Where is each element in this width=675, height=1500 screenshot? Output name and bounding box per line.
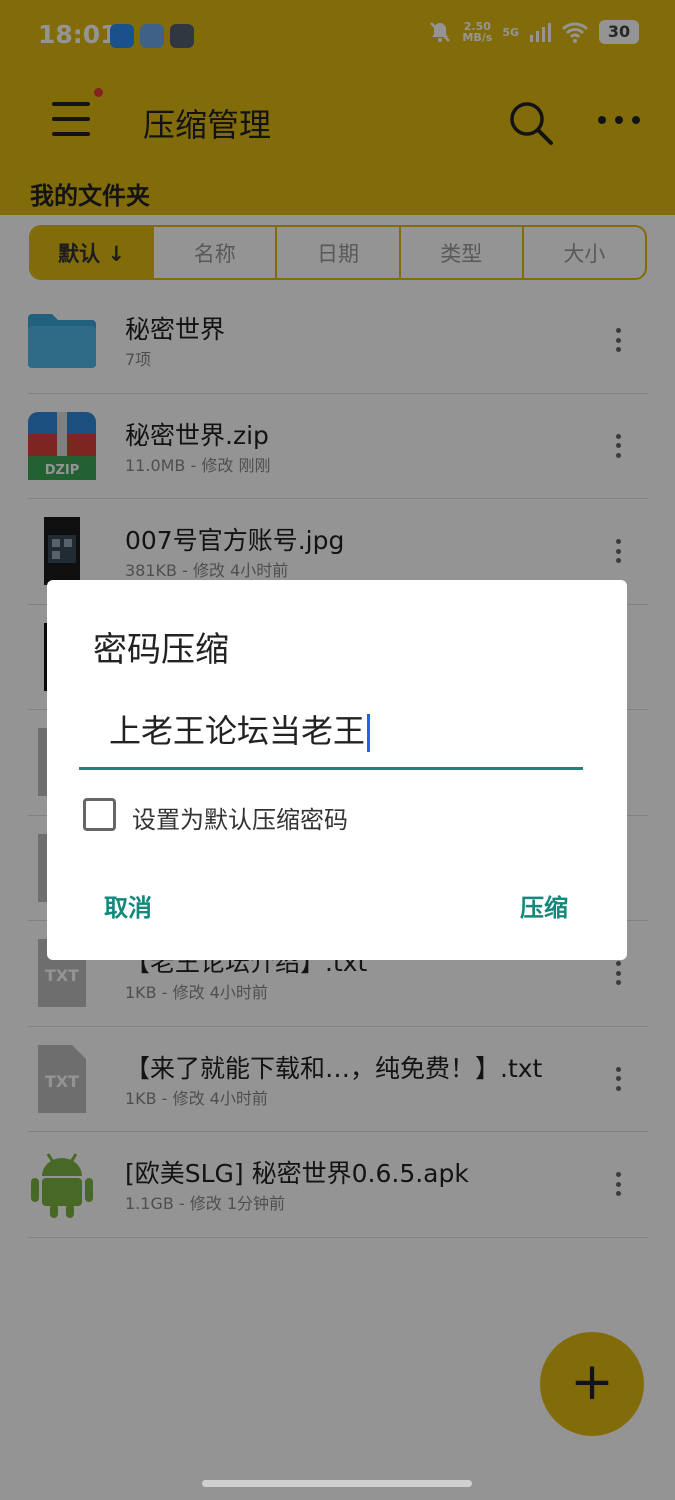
password-compress-dialog: 密码压缩 上老王论坛当老王 设置为默认压缩密码 取消 压缩 — [47, 580, 627, 960]
password-value: 上老王论坛当老王 — [109, 712, 366, 750]
dialog-title: 密码压缩 — [93, 630, 229, 670]
checkbox-label[interactable]: 设置为默认压缩密码 — [132, 800, 348, 835]
default-password-checkbox[interactable] — [83, 798, 116, 831]
cancel-button[interactable]: 取消 — [104, 888, 152, 923]
home-indicator[interactable] — [202, 1480, 472, 1487]
text-cursor — [367, 714, 371, 752]
password-input[interactable]: 上老王论坛当老王 — [79, 700, 583, 770]
compress-button[interactable]: 压缩 — [520, 888, 568, 923]
